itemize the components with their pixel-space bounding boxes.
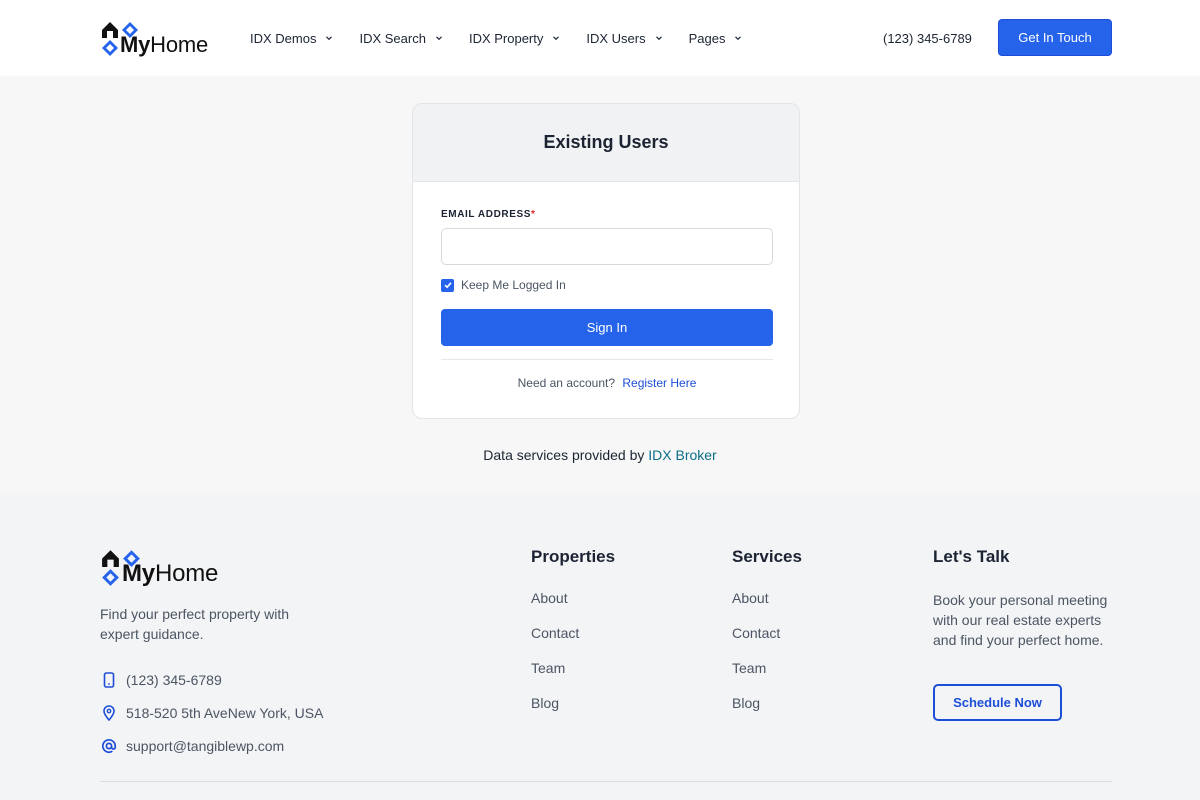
site-header: MyHome IDX Demos IDX Search IDX Property…: [0, 0, 1200, 76]
header-phone-link[interactable]: (123) 345-6789: [883, 31, 972, 46]
chevron-down-icon: [326, 36, 333, 41]
location-pin-icon: [100, 704, 118, 722]
nav-item-pages[interactable]: Pages: [689, 28, 744, 48]
nav-item-label: IDX Users: [586, 30, 646, 46]
required-mark: *: [531, 209, 536, 220]
sign-in-button[interactable]: Sign In: [441, 309, 773, 346]
nav-item-idx-users[interactable]: IDX Users: [586, 28, 663, 48]
nav-item-label: IDX Search: [359, 30, 426, 46]
chevron-down-icon: [735, 36, 742, 41]
nav-item-idx-property[interactable]: IDX Property: [469, 28, 561, 48]
properties-link-team[interactable]: Team: [531, 660, 615, 676]
footer-email[interactable]: support@tangiblewp.com: [100, 737, 284, 755]
footer-tagline: Find your perfect property with expert g…: [100, 606, 290, 642]
login-card: Existing Users EMAIL ADDRESS* Keep Me Lo…: [412, 103, 800, 419]
services-link-contact[interactable]: Contact: [732, 625, 802, 641]
login-title: Existing Users: [543, 132, 669, 152]
checkmark-icon: [443, 282, 452, 289]
properties-heading: Properties: [531, 547, 616, 566]
footer-logo[interactable]: MyHome: [100, 546, 218, 588]
email-label: EMAIL ADDRESS*: [441, 209, 536, 220]
main-content: Existing Users EMAIL ADDRESS* Keep Me Lo…: [0, 76, 1200, 493]
chevron-down-icon: [655, 36, 662, 41]
chevron-down-icon: [553, 36, 560, 41]
footer-email-text: support@tangiblewp.com: [126, 738, 285, 754]
footer-address: 518-520 5th AveNew York, USA: [100, 704, 323, 722]
properties-link-about[interactable]: About: [531, 590, 615, 606]
services-link-about[interactable]: About: [732, 590, 802, 606]
talk-text: Book your personal meeting with our real…: [933, 592, 1108, 648]
keep-logged-in-checkbox[interactable]: [441, 278, 454, 292]
nav-item-label: IDX Demos: [250, 30, 317, 46]
footer-divider: [100, 781, 1112, 782]
talk-heading: Let's Talk: [933, 547, 1010, 566]
data-services-note: Data services provided by IDX Broker: [0, 447, 1200, 463]
footer-phone[interactable]: (123) 345-6789: [100, 671, 222, 689]
site-footer: MyHome Find your perfect property with e…: [0, 493, 1200, 800]
at-sign-icon: [100, 737, 118, 755]
nav-item-idx-search[interactable]: IDX Search: [359, 28, 443, 48]
login-card-header: Existing Users: [413, 104, 799, 182]
footer-properties-column: Properties About Contact Team Blog: [531, 547, 615, 730]
email-field[interactable]: [441, 228, 773, 265]
phone-icon: [100, 671, 118, 689]
get-in-touch-button[interactable]: Get In Touch: [998, 19, 1112, 56]
logo-mark-icon: [102, 22, 138, 56]
footer-services-column: Services About Contact Team Blog: [732, 547, 802, 730]
services-link-team[interactable]: Team: [732, 660, 802, 676]
footer-talk-column: Let's Talk Book your personal meeting wi…: [933, 547, 1118, 650]
properties-link-contact[interactable]: Contact: [531, 625, 615, 641]
services-link-blog[interactable]: Blog: [732, 695, 802, 711]
idx-broker-link[interactable]: IDX Broker: [648, 447, 716, 463]
keep-logged-in-label: Keep Me Logged In: [461, 278, 566, 292]
footer-address-text: 518-520 5th AveNew York, USA: [126, 705, 324, 721]
nav-item-idx-demos[interactable]: IDX Demos: [250, 28, 334, 48]
footer-phone-text: (123) 345-6789: [126, 672, 222, 688]
chevron-down-icon: [436, 36, 442, 41]
register-prompt: Need an account? Register Here: [413, 376, 799, 390]
main-nav: IDX Demos IDX Search IDX Property IDX Us…: [250, 28, 768, 48]
keep-logged-in-option[interactable]: Keep Me Logged In: [441, 278, 566, 292]
schedule-now-button[interactable]: Schedule Now: [933, 684, 1062, 721]
need-account-text: Need an account?: [517, 376, 616, 390]
register-link[interactable]: Register Here: [622, 376, 696, 390]
nav-item-label: IDX Property: [468, 30, 544, 46]
logo-mark-icon: [102, 550, 140, 586]
site-logo[interactable]: MyHome: [100, 18, 208, 58]
properties-link-blog[interactable]: Blog: [531, 695, 615, 711]
nav-item-label: Pages: [688, 30, 726, 46]
divider: [441, 359, 773, 360]
services-heading: Services: [732, 547, 802, 566]
data-services-text: Data services provided by: [483, 447, 645, 463]
